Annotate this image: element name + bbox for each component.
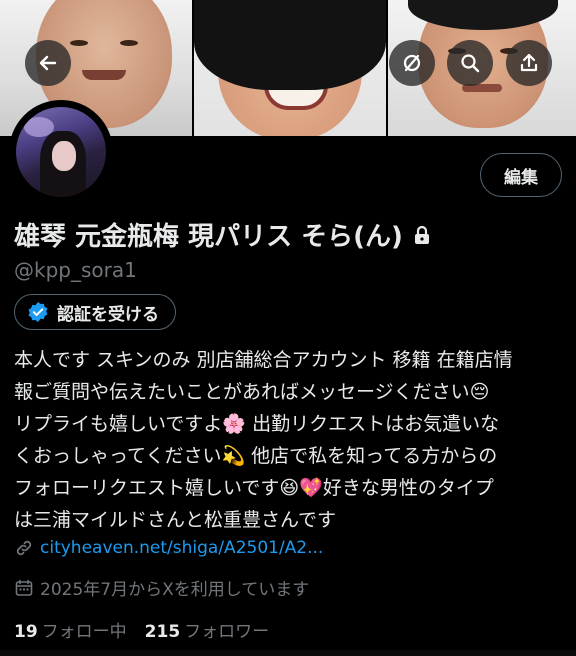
profile-bio: 本人です スキンのみ 別店舗総合アカウント 移籍 在籍店情 報ご質問や伝えたいこ… <box>14 344 570 536</box>
followers-link[interactable]: 215 フォロワー <box>145 617 270 642</box>
avatar[interactable] <box>9 100 113 204</box>
profile-stats: 19 フォロー中 215 フォロワー <box>14 617 269 642</box>
profile-website-text[interactable]: cityheaven.net/shiga/A2501/A2... <box>40 538 323 558</box>
share-button[interactable] <box>506 40 552 86</box>
following-count: 19 <box>14 622 38 642</box>
profile-name-text: 雄琴 元金瓶梅 現パリス そら(ん) <box>14 222 403 252</box>
avatar-image <box>16 107 106 197</box>
bio-line: 本人です スキンのみ 別店舗総合アカウント 移籍 在籍店情 <box>14 349 513 371</box>
get-verified-label: 認証を受ける <box>57 304 159 325</box>
divider <box>0 650 576 656</box>
bio-line: は三浦マイルドさんと松重豊さんです <box>14 509 337 531</box>
bio-line: 報ご質問や伝えたいことがあればメッセージください😔 <box>14 381 490 403</box>
arrow-left-icon <box>39 55 57 71</box>
following-link[interactable]: 19 フォロー中 <box>14 617 127 642</box>
followers-label: フォロワー <box>184 622 270 642</box>
verified-badge-icon <box>28 302 48 322</box>
following-label: フォロー中 <box>41 622 127 642</box>
search-icon <box>461 54 480 73</box>
link-icon <box>16 540 32 556</box>
profile-joined-text: 2025年7月からXを利用しています <box>40 580 310 600</box>
bio-line: くおっしゃってください💫 他店で私を知ってる方からの <box>14 445 498 467</box>
get-verified-button[interactable]: 認証を受ける <box>14 294 176 330</box>
circle-slash-icon <box>403 54 421 72</box>
share-upload-icon <box>520 53 538 72</box>
edit-profile-button[interactable]: 編集 <box>480 153 562 197</box>
lock-icon <box>414 225 429 244</box>
profile-joined-date: 2025年7月からXを利用しています <box>14 575 309 600</box>
mute-button[interactable] <box>389 40 435 86</box>
followers-count: 215 <box>144 622 181 642</box>
bio-line: リプライも嬉しいですよ🌸 出勤リクエストはお気遣いな <box>14 413 500 435</box>
search-button[interactable] <box>447 40 493 86</box>
calendar-icon <box>15 579 33 596</box>
banner-photo-2 <box>192 0 388 136</box>
back-button[interactable] <box>25 40 71 86</box>
profile-name: 雄琴 元金瓶梅 現パリス そら(ん) <box>14 216 431 253</box>
profile-website-link[interactable]: cityheaven.net/shiga/A2501/A2... <box>14 538 323 558</box>
profile-handle: @kpp_sora1 <box>14 258 137 282</box>
bio-line: フォローリクエスト嬉しいです😆💖好きな男性のタイプ <box>14 477 494 499</box>
